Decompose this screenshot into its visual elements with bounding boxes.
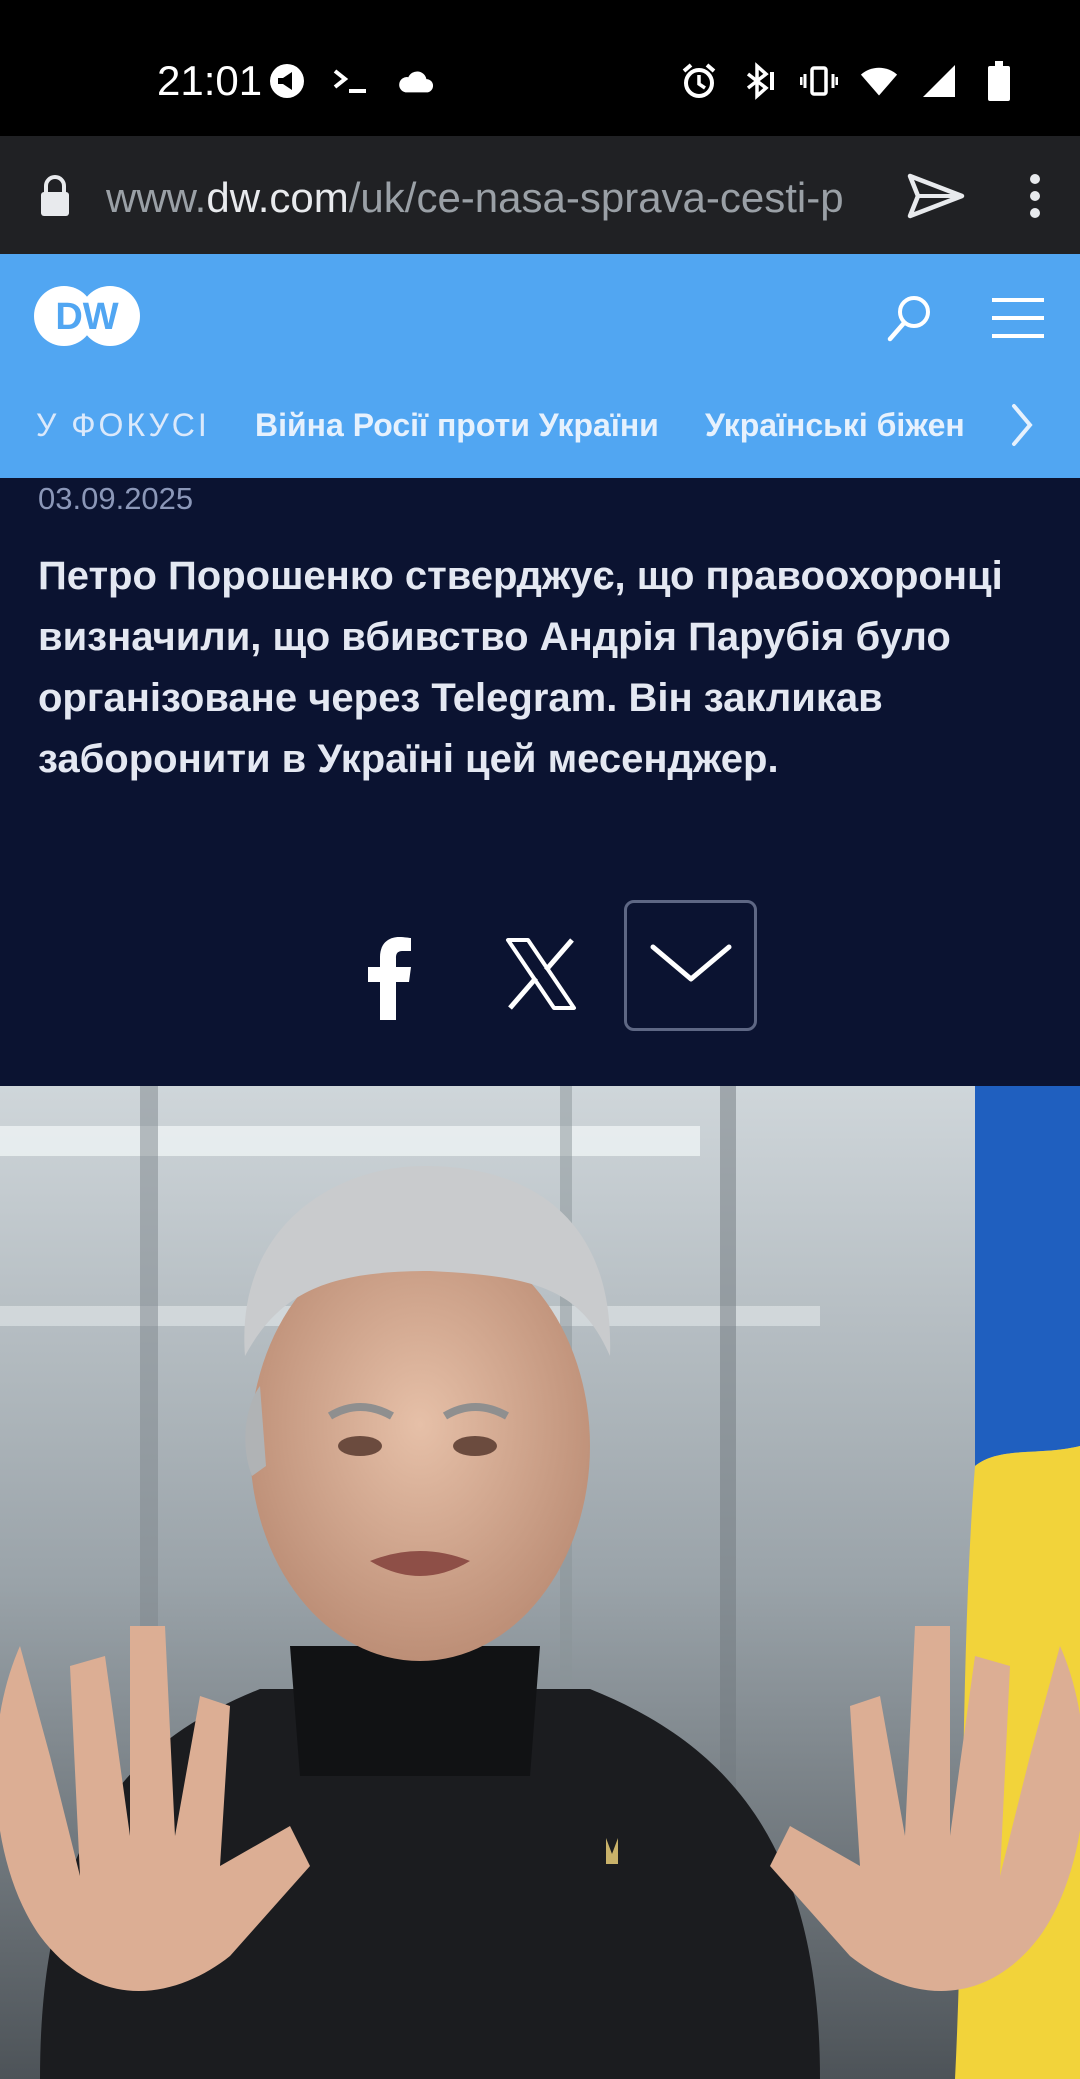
share-more-button[interactable] [624,900,757,1031]
chevron-down-icon [649,941,733,990]
send-icon[interactable] [906,172,966,220]
more-vert-icon[interactable] [1020,172,1050,220]
alarm-icon [680,58,718,104]
cloud-icon [396,58,434,104]
search-icon[interactable] [884,292,934,346]
notification-megaphone-icon [268,58,306,104]
wifi-icon [860,58,898,104]
menu-icon[interactable] [992,296,1044,340]
dw-logo[interactable]: DW [32,284,142,348]
vibrate-icon [800,58,838,104]
nav-focus-label: У ФОКУСІ [36,407,210,443]
nav-link-war[interactable]: Війна Росії проти України [255,400,659,450]
article-hero-image [0,1086,1080,2079]
chevron-right-icon[interactable] [1004,402,1040,448]
logo-text: DW [55,296,118,338]
status-left-icons [268,58,434,104]
url-prefix: www. [106,174,207,221]
x-icon[interactable] [504,934,578,1014]
status-bar: 21:01 [0,0,1080,136]
lock-icon[interactable] [38,174,72,218]
url-field[interactable]: www.dw.com/uk/ce-nasa-sprava-cesti-p [106,170,868,226]
url-domain: dw.com [206,174,349,221]
url-path: /uk/ce-nasa-sprava-cesti-p [348,174,844,221]
site-header: DW У ФОКУСІ Війна Росії проти України Ук… [0,254,1080,478]
terminal-icon [332,58,370,104]
article-header: 03.09.2025 Петро Порошенко стверджує, що… [0,478,1080,1086]
nav-link-refugees[interactable]: Українські біжен [705,400,970,450]
facebook-icon[interactable] [356,930,422,1020]
article-teaser: Петро Порошенко стверджує, що правоохоро… [38,554,1003,781]
browser-url-bar: www.dw.com/uk/ce-nasa-sprava-cesti-p [0,136,1080,254]
status-right-icons [680,58,1018,104]
cell-signal-icon [920,58,958,104]
topic-nav: У ФОКУСІ Війна Росії проти України Украї… [0,372,1080,478]
bluetooth-vibrate-icon [740,58,778,104]
status-time: 21:01 [157,57,263,104]
battery-icon [980,58,1018,104]
article-date: 03.09.2025 [38,481,194,516]
